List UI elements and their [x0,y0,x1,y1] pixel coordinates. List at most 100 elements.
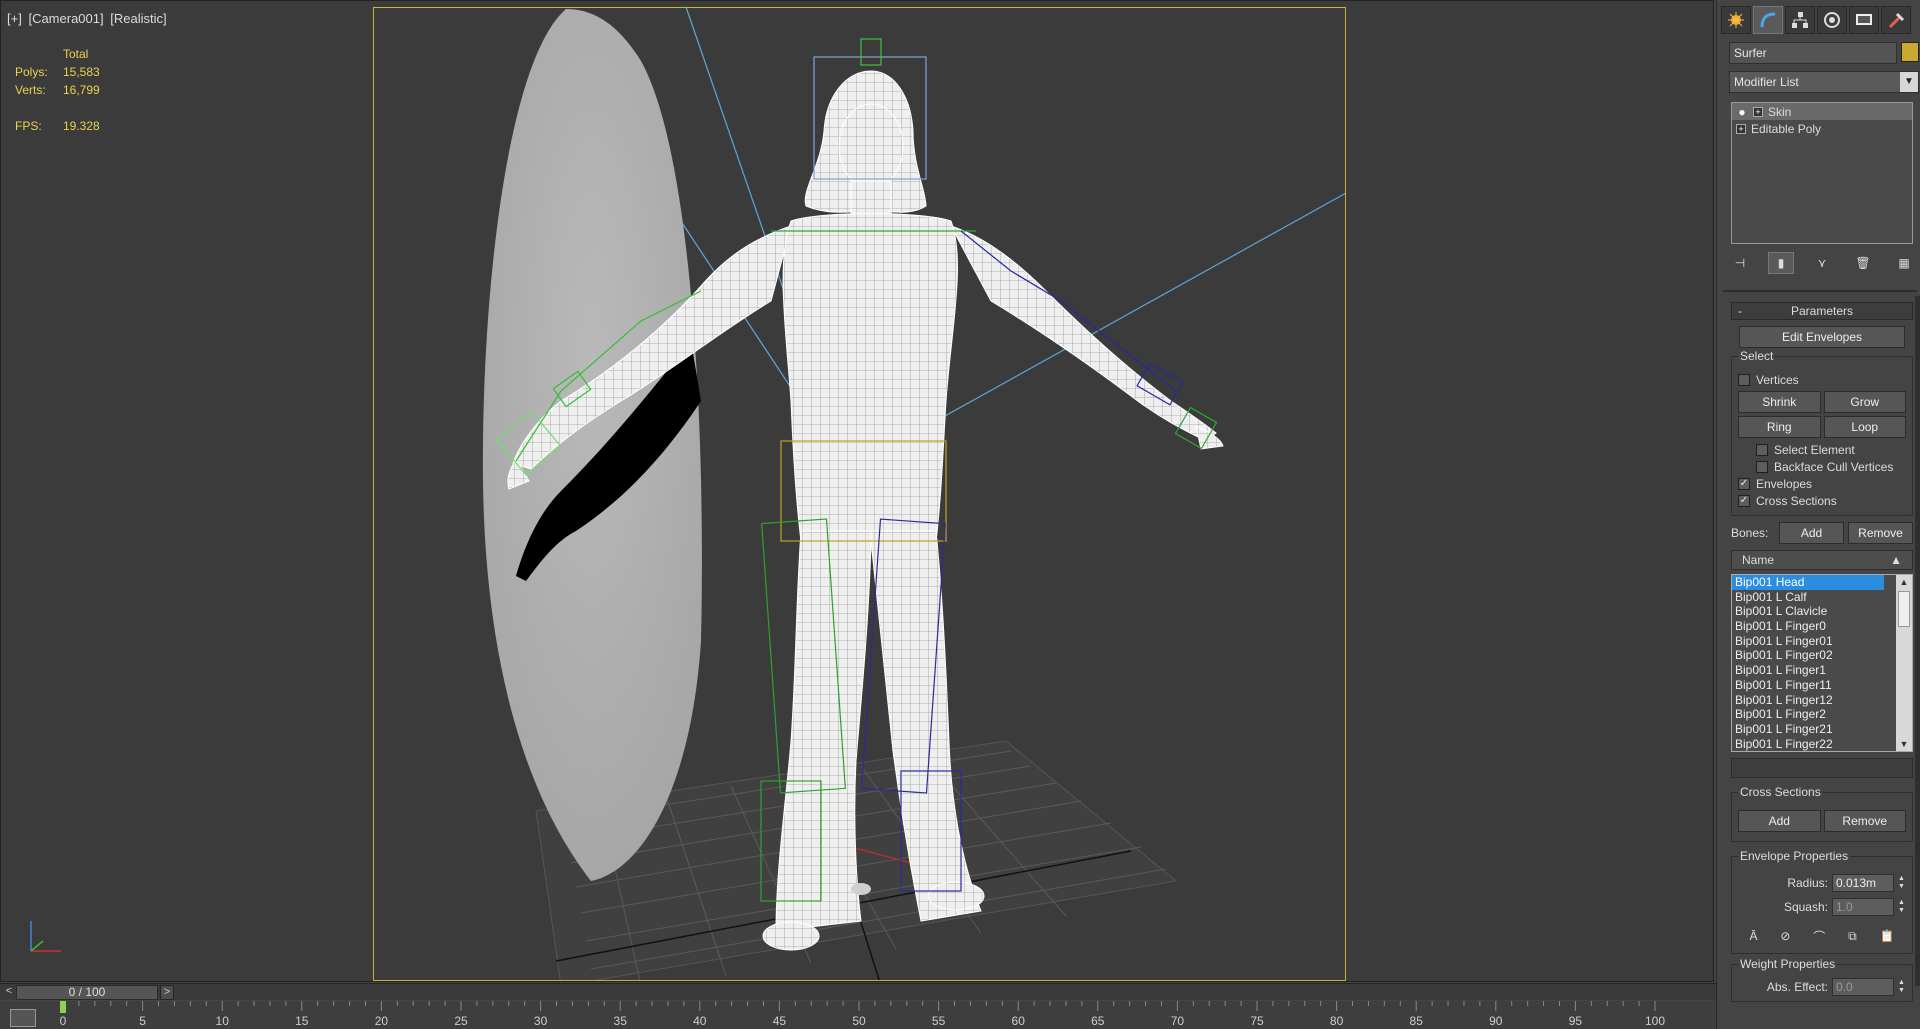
modifier-list-label: Modifier List [1734,75,1799,89]
ruler-tick-label: 40 [693,1014,707,1028]
viewport-general-menu[interactable]: [+] [7,11,22,26]
stats-polys-label: Polys: [15,65,48,79]
select-group-title: Select [1738,349,1776,363]
stats-total-header: Total [63,47,89,61]
mini-curve-editor-icon[interactable] [10,1009,36,1027]
time-slider-next-button[interactable]: > [160,985,174,1000]
bone-list-item[interactable]: Bip001 L Calf [1732,590,1912,605]
remove-modifier-icon[interactable]: 🗑 [1850,252,1876,274]
bone-list-item[interactable]: Bip001 L Clavicle [1732,604,1912,619]
stack-item-skin[interactable]: ● + Skin [1732,103,1912,120]
hierarchy-tab[interactable] [1785,6,1815,34]
viewport-label-menu[interactable]: [+] [Camera001] [Realistic] [7,11,170,26]
bone-list-item[interactable]: Bip001 L Finger21 [1732,722,1912,737]
abs-effect-spinner[interactable]: 0.0 [1832,978,1894,996]
scroll-down-icon[interactable]: ▼ [1896,737,1912,751]
abs-effect-spinner-arrows[interactable]: ▲ ▼ [1898,979,1906,995]
bone-list-item[interactable]: Bip001 L Finger02 [1732,648,1912,663]
bone-list-item[interactable]: Bip001 L Finger1 [1732,663,1912,678]
backface-cull-checkbox[interactable] [1756,460,1768,473]
bone-list-item[interactable]: Bip001 L Finger11 [1732,678,1912,693]
remove-bone-button[interactable]: Remove [1848,522,1913,544]
time-slider-prev-button[interactable]: < [2,985,16,1000]
bone-list-item[interactable]: Bip001 L Finger2 [1732,707,1912,722]
add-bone-button[interactable]: Add [1779,522,1844,544]
scroll-up-icon[interactable]: ▲ [1896,575,1912,589]
stack-item-editable-poly[interactable]: + Editable Poly [1732,120,1912,137]
grow-button[interactable]: Grow [1823,391,1906,413]
ruler-tick-label: 60 [1012,1014,1026,1028]
modifier-list-dropdown[interactable]: Modifier List ▼ [1729,71,1919,93]
configure-modifier-sets-icon[interactable]: ▦ [1891,252,1917,274]
utilities-tab[interactable] [1881,6,1911,34]
stats-verts-value: 16,799 [63,83,100,97]
radius-spinner-arrows[interactable]: ▲ ▼ [1898,875,1906,891]
shrink-button[interactable]: Shrink [1738,391,1821,413]
motion-tab[interactable] [1817,6,1847,34]
squash-spinner[interactable]: 1.0 [1832,898,1894,916]
edit-envelopes-button[interactable]: Edit Envelopes [1739,326,1905,348]
bone-list-item[interactable]: Bip001 L Finger12 [1732,693,1912,708]
stack-toolbar: ⊣ ▮ ⋎ 🗑 ▦ [1727,252,1917,274]
cross-sections-checkbox[interactable]: ✓ [1738,494,1750,507]
camera-viewport[interactable]: [+] [Camera001] [Realistic] Total Polys:… [0,0,1714,982]
parameters-title: Parameters [1790,304,1854,318]
envelope-visible-icon[interactable]: ⊘ [1780,929,1790,943]
time-slider[interactable]: < 0 / 100 > [0,983,1716,1000]
modify-tab[interactable] [1753,6,1783,34]
scroll-thumb[interactable] [1898,591,1910,627]
select-element-checkbox[interactable] [1756,443,1768,456]
object-color-swatch[interactable] [1901,42,1919,62]
hammer-icon [1888,12,1905,29]
falloff-icon[interactable]: ⌒ [1813,928,1825,945]
vertices-label: Vertices [1756,372,1799,387]
vertices-checkbox[interactable] [1738,373,1750,386]
collapse-icon: - [1738,304,1742,318]
ring-button[interactable]: Ring [1738,416,1821,438]
scene-render [482,6,1347,981]
create-tab[interactable] [1721,6,1751,34]
cross-sections-group: Cross Sections Add Remove [1731,785,1913,842]
ruler-tick-label: 80 [1330,1014,1344,1028]
chevron-down-icon[interactable]: ▼ [1900,72,1918,92]
lightbulb-icon[interactable]: ● [1736,105,1748,119]
bone-list-header[interactable]: Name ▲ [1731,550,1913,570]
stack-item-label: Skin [1768,104,1792,119]
show-end-result-icon[interactable]: ▮ [1768,252,1794,274]
bone-list-item[interactable]: Bip001 L Finger22 [1732,737,1912,751]
sort-ascending-icon[interactable]: ▲ [1890,553,1902,567]
envelopes-checkbox[interactable]: ✓ [1738,477,1750,490]
cross-sections-group-title: Cross Sections [1738,785,1823,799]
pin-stack-icon[interactable]: ⊣ [1727,252,1753,274]
track-bar[interactable]: 0 5 10 15 20 25 30 35 40 45 50 55 60 65 70 75 80 85 90 95 10… [0,1001,1716,1029]
bone-list-item[interactable]: Bip001 L Finger0 [1732,619,1912,634]
viewport-shading-menu[interactable]: [Realistic] [110,11,166,26]
command-panel-scrollbar[interactable] [1915,296,1920,986]
remove-cross-section-button[interactable]: Remove [1823,810,1906,832]
make-unique-icon[interactable]: ⋎ [1809,252,1835,274]
motion-icon [1824,12,1840,28]
bone-list-scrollbar[interactable]: ▲ ▼ [1896,575,1912,751]
expand-plus-icon[interactable]: + [1753,106,1763,117]
bone-list-item[interactable]: Bip001 Head [1732,575,1884,590]
display-tab[interactable] [1849,6,1879,34]
modify-icon [1760,12,1776,28]
absolute-relative-icon[interactable]: Ā [1749,929,1757,943]
bone-list-item[interactable]: Bip001 L Finger01 [1732,634,1912,649]
bone-filter-field[interactable] [1731,758,1913,778]
axis-tripod-icon [30,921,61,952]
expand-plus-icon[interactable]: + [1736,123,1746,134]
loop-button[interactable]: Loop [1823,416,1906,438]
time-slider-thumb[interactable]: 0 / 100 [16,985,158,1000]
bone-list[interactable]: Bip001 Head Bip001 L Calf Bip001 L Clavi… [1731,574,1913,752]
parameters-rollout-header[interactable]: - Parameters [1731,302,1913,320]
add-cross-section-button[interactable]: Add [1738,810,1821,832]
frame-ruler[interactable]: 0 5 10 15 20 25 30 35 40 45 50 55 60 65 70 75 80 85 90 95 10… [60,1001,1716,1029]
ruler-tick-label: 5 [139,1014,146,1028]
viewport-point-of-view-menu[interactable]: [Camera001] [28,11,103,26]
object-name-field[interactable] [1729,42,1897,64]
paste-icon[interactable]: 📋 [1880,929,1895,943]
radius-spinner[interactable]: 0.013m [1832,874,1894,892]
copy-icon[interactable]: ⧉ [1848,929,1857,944]
squash-spinner-arrows[interactable]: ▲ ▼ [1898,899,1906,915]
